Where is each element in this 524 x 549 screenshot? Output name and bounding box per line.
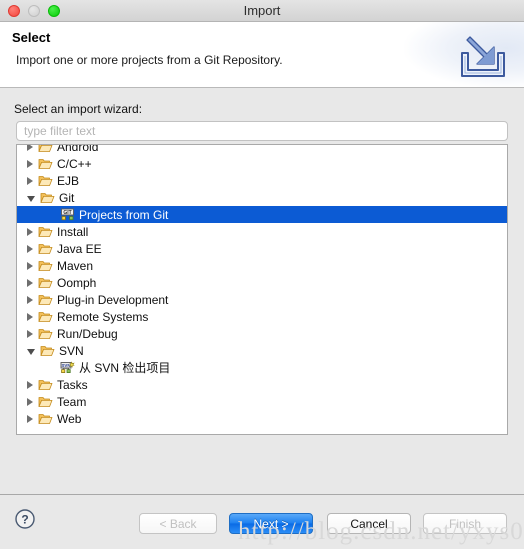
tree-row-label: Run/Debug	[57, 326, 118, 341]
tree-row-label: C/C++	[57, 156, 92, 171]
folder-icon	[38, 157, 53, 170]
folder-icon	[40, 191, 55, 204]
folder-icon	[38, 145, 53, 153]
folder-icon	[38, 276, 53, 289]
tree-row-label: Team	[57, 394, 87, 409]
tree-row-label: SVN	[59, 343, 84, 358]
chevron-right-icon[interactable]	[27, 380, 33, 389]
import-wizard-icon	[454, 31, 510, 86]
tree-row[interactable]: Java EE	[17, 240, 507, 257]
wizard-banner: Select Import one or more projects from …	[0, 22, 524, 88]
folder-icon	[38, 225, 53, 238]
tree-row-label: Git	[59, 190, 75, 205]
wizard-select-label: Select an import wizard:	[14, 102, 143, 116]
folder-icon	[38, 412, 53, 425]
chevron-down-icon[interactable]	[27, 348, 35, 355]
chevron-right-icon[interactable]	[27, 329, 33, 338]
page-title: Select	[12, 30, 51, 45]
next-button[interactable]: Next >	[229, 513, 313, 534]
finish-button[interactable]: Finish	[423, 513, 507, 534]
tree-row[interactable]: GIT Projects from Git	[17, 206, 507, 223]
chevron-right-icon[interactable]	[27, 145, 33, 151]
tree-row-label: Remote Systems	[57, 309, 149, 324]
svg-text:?: ?	[21, 513, 28, 527]
filter-text-input[interactable]	[16, 121, 508, 141]
folder-icon	[38, 259, 53, 272]
import-dialog-window: Import Select Import one or more project…	[0, 0, 524, 549]
folder-icon	[38, 395, 53, 408]
cancel-button[interactable]: Cancel	[327, 513, 411, 534]
tree-row-label: Projects from Git	[79, 207, 169, 222]
chevron-right-icon[interactable]	[27, 278, 33, 287]
tree-row[interactable]: Web	[17, 410, 507, 427]
tree-row[interactable]: Plug-in Development	[17, 291, 507, 308]
tree-row-label: Web	[57, 411, 82, 426]
chevron-right-icon[interactable]	[27, 227, 33, 236]
tree-row-label: Plug-in Development	[57, 292, 169, 307]
help-button[interactable]: ?	[14, 508, 36, 530]
tree-row[interactable]: Git	[17, 189, 507, 206]
page-description: Import one or more projects from a Git R…	[16, 53, 283, 67]
chevron-right-icon[interactable]	[27, 312, 33, 321]
folder-icon	[38, 378, 53, 391]
tree-row-label: Maven	[57, 258, 94, 273]
tree-row-label: 从 SVN 检出项目	[79, 361, 171, 375]
chevron-right-icon[interactable]	[27, 295, 33, 304]
tree-row[interactable]: EJB	[17, 172, 507, 189]
dialog-body: Select an import wizard: Android C/C++ EJB…	[0, 88, 524, 494]
chevron-right-icon[interactable]	[27, 244, 33, 253]
tree-row[interactable]: Oomph	[17, 274, 507, 291]
tree-row[interactable]: Remote Systems	[17, 308, 507, 325]
tree-row[interactable]: Run/Debug	[17, 325, 507, 342]
title-bar: Import	[0, 0, 524, 22]
chevron-right-icon[interactable]	[27, 176, 33, 185]
chevron-right-icon[interactable]	[27, 397, 33, 406]
svg-text:SVN: SVN	[61, 363, 70, 368]
tree-row[interactable]: Android	[17, 144, 507, 155]
folder-icon	[38, 174, 53, 187]
tree-row[interactable]: SVN 从 SVN 检出项目	[17, 359, 507, 376]
folder-icon	[40, 344, 55, 357]
folder-icon	[38, 242, 53, 255]
chevron-right-icon[interactable]	[27, 261, 33, 270]
tree-row[interactable]: SVN	[17, 342, 507, 359]
tree-scroll-container: Android C/C++ EJB Git GIT Projects from Git In…	[17, 144, 507, 427]
banner-icon-backdrop	[404, 22, 524, 87]
tree-row[interactable]: Install	[17, 223, 507, 240]
folder-icon	[38, 293, 53, 306]
question-mark-icon: ?	[15, 509, 35, 529]
chevron-right-icon[interactable]	[27, 159, 33, 168]
window-title: Import	[243, 3, 281, 18]
tree-row-label: Install	[57, 224, 89, 239]
folder-icon	[38, 327, 53, 340]
tree-row[interactable]: Team	[17, 393, 507, 410]
svn-icon: SVN	[60, 361, 75, 374]
git-icon: GIT	[60, 208, 75, 221]
import-wizard-tree[interactable]: Android C/C++ EJB Git GIT Projects from Git In…	[16, 144, 508, 435]
chevron-down-icon[interactable]	[27, 195, 35, 202]
tree-row[interactable]: C/C++	[17, 155, 507, 172]
folder-icon	[38, 310, 53, 323]
tree-row[interactable]: Tasks	[17, 376, 507, 393]
tree-row-label: Oomph	[57, 275, 97, 290]
tree-row[interactable]: Maven	[17, 257, 507, 274]
tree-row-label: Java EE	[57, 241, 102, 256]
tree-row-label: Tasks	[57, 377, 88, 392]
chevron-right-icon[interactable]	[27, 414, 33, 423]
back-button[interactable]: < Back	[139, 513, 217, 534]
tree-row-label: Android	[57, 144, 99, 154]
tree-row-label: EJB	[57, 173, 80, 188]
